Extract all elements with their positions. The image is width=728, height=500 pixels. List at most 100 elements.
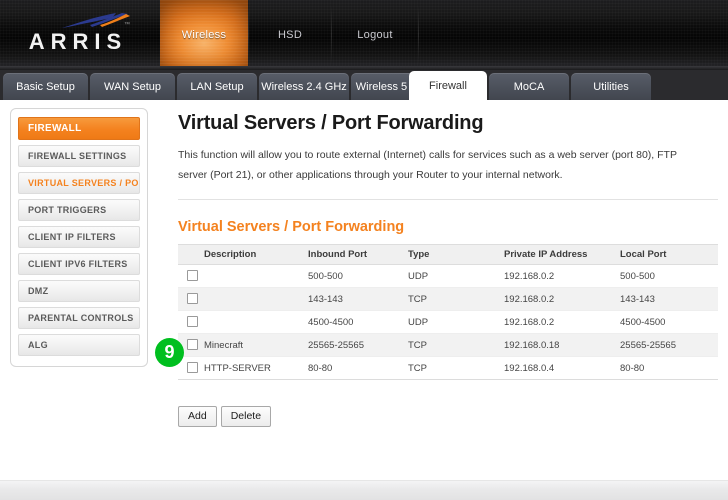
topnav-item-wireless[interactable]: Wireless [160,0,248,70]
cell-inbound-port: 80-80 [308,356,408,380]
sidebar-item-firewall-settings[interactable]: FIREWALL SETTINGS [18,145,140,167]
cell-description: HTTP-SERVER [204,356,308,380]
sidebar-item-client-ipv6-filters[interactable]: CLIENT IPV6 FILTERS [18,253,140,275]
table-body: 500-500 UDP 192.168.0.2 500-500 143-143 … [178,264,718,380]
sidebar-label-port-triggers: PORT TRIGGERS [28,205,107,215]
sidebar-label-client-ip-filters: CLIENT IP FILTERS [28,232,116,242]
cell-type: UDP [408,264,504,288]
tab-label-wan-setup: WAN Setup [103,80,162,93]
sidebar-label-firewall: FIREWALL [28,123,82,134]
cell-local-port: 80-80 [620,356,718,380]
row-checkbox[interactable] [187,270,198,282]
cell-description [204,310,308,334]
table-header-row: Description Inbound Port Type Private IP… [178,244,718,265]
annotation-badge-9: 9 [155,338,184,367]
trademark-symbol: ™ [124,22,130,28]
cell-inbound-port: 25565-25565 [308,333,408,357]
cell-private-ip: 192.168.0.18 [504,333,620,357]
th-private-ip: Private IP Address [504,244,620,265]
cell-local-port: 4500-4500 [620,310,718,334]
page-body: FIREWALL FIREWALL SETTINGS VIRTUAL SERVE… [0,100,728,480]
tab-lan-setup[interactable]: LAN Setup [177,73,257,100]
tab-label-utilities: Utilities [593,80,629,93]
cell-inbound-port: 500-500 [308,264,408,288]
row-checkbox-cell[interactable] [178,287,204,311]
sidebar-header-firewall: FIREWALL [18,117,140,140]
page-title: Virtual Servers / Port Forwarding [178,112,484,134]
sidebar-item-parental-controls[interactable]: PARENTAL CONTROLS [18,307,140,329]
sidebar-item-client-ip-filters[interactable]: CLIENT IP FILTERS [18,226,140,248]
row-checkbox[interactable] [187,316,198,328]
tab-wan-setup[interactable]: WAN Setup [90,73,175,100]
cell-local-port: 25565-25565 [620,333,718,357]
sidebar-label-alg: ALG [28,340,48,350]
primary-tab-strip: Basic Setup WAN Setup LAN Setup Wireless… [0,70,728,100]
cell-inbound-port: 143-143 [308,287,408,311]
th-inbound-port: Inbound Port [308,244,408,265]
table-header: Description Inbound Port Type Private IP… [178,244,718,265]
tab-basic-setup[interactable]: Basic Setup [3,73,88,100]
action-button-row: Add Delete [178,406,718,427]
tab-utilities[interactable]: Utilities [571,73,651,100]
page-description: This function will allow you to route ex… [178,149,677,181]
router-admin-page: ARRIS ™ Wireless HSD Logout Basic Setup … [0,0,728,500]
tab-label-firewall: Firewall [429,79,467,92]
arris-wordmark: ARRIS [28,29,128,54]
topnav-label-wireless: Wireless [181,29,227,41]
cell-private-ip: 192.168.0.4 [504,356,620,380]
delete-button[interactable]: Delete [220,406,272,427]
th-description: Description [204,244,308,265]
row-checkbox[interactable] [187,293,198,305]
topnav-label-hsd: HSD [277,29,303,41]
annotation-badge-number: 9 [164,342,175,362]
sidebar-label-dmz: DMZ [28,286,49,296]
tab-label-lan-setup: LAN Setup [190,80,244,93]
sidebar-item-virtual-servers[interactable]: VIRTUAL SERVERS / PORT ... [18,172,140,194]
section-title: Virtual Servers / Port Forwarding [178,219,405,235]
table-row[interactable]: 4500-4500 UDP 192.168.0.2 4500-4500 [178,310,718,334]
topnav-item-logout[interactable]: Logout [332,0,418,70]
content-divider [178,199,718,200]
main-content: Virtual Servers / Port Forwarding This f… [178,100,718,427]
table-row[interactable]: 143-143 TCP 192.168.0.2 143-143 [178,287,718,311]
sidebar-label-parental-controls: PARENTAL CONTROLS [28,313,134,323]
row-checkbox[interactable] [187,362,198,374]
sidebar-label-client-ipv6-filters: CLIENT IPV6 FILTERS [28,259,128,269]
tab-label-basic-setup: Basic Setup [16,80,75,93]
sidebar-menu: FIREWALL FIREWALL SETTINGS VIRTUAL SERVE… [10,108,148,367]
row-checkbox[interactable] [187,339,198,351]
topnav-label-logout: Logout [357,29,393,41]
tab-firewall[interactable]: Firewall [409,71,487,100]
tab-wireless-24ghz[interactable]: Wireless 2.4 GHz [259,73,349,100]
cell-description: Minecraft [204,333,308,357]
tab-label-moca: MoCA [513,80,545,93]
cell-type: TCP [408,287,504,311]
tab-moca[interactable]: MoCA [489,73,569,100]
row-checkbox-cell[interactable] [178,310,204,334]
add-button[interactable]: Add [178,406,217,427]
arris-swoosh-icon [62,13,130,28]
cell-type: TCP [408,356,504,380]
sidebar-item-alg[interactable]: ALG [18,334,140,356]
tab-label-wireless-24: Wireless 2.4 GHz [261,80,347,93]
sidebar-label-virtual-servers: VIRTUAL SERVERS / PORT ... [28,178,139,188]
cell-type: UDP [408,310,504,334]
sidebar-item-port-triggers[interactable]: PORT TRIGGERS [18,199,140,221]
sidebar-label-firewall-settings: FIREWALL SETTINGS [28,151,127,161]
table-row[interactable]: Minecraft 25565-25565 TCP 192.168.0.18 2… [178,333,718,357]
topnav-item-hsd[interactable]: HSD [249,0,331,70]
cell-local-port: 500-500 [620,264,718,288]
table-row[interactable]: HTTP-SERVER 80-80 TCP 192.168.0.4 80-80 [178,356,718,380]
cell-private-ip: 192.168.0.2 [504,264,620,288]
cell-private-ip: 192.168.0.2 [504,287,620,311]
cell-description [204,264,308,288]
footer-band [0,480,728,500]
sidebar-item-dmz[interactable]: DMZ [18,280,140,302]
cell-description [204,287,308,311]
th-local-port: Local Port [620,244,718,265]
topnav-divider-3 [418,6,419,64]
table-row[interactable]: 500-500 UDP 192.168.0.2 500-500 [178,264,718,288]
top-header-bar: ARRIS ™ Wireless HSD Logout [0,0,728,70]
cell-local-port: 143-143 [620,287,718,311]
row-checkbox-cell[interactable] [178,264,204,288]
